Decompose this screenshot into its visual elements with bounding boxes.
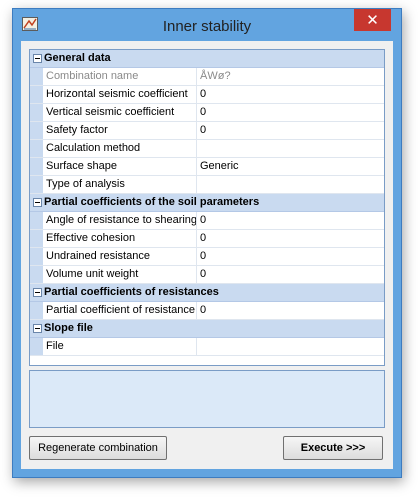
property-value[interactable]: 0 [198, 248, 380, 265]
grid-category[interactable]: Partial coefficients of resistances [30, 284, 384, 302]
category-label: Partial coefficients of resistances [44, 286, 219, 298]
category-label: Partial coefficients of the soil paramet… [44, 196, 260, 208]
grid-category[interactable]: Slope file [30, 320, 384, 338]
property-name: Angle of resistance to shearing st [44, 212, 197, 229]
property-row[interactable]: File [30, 338, 384, 356]
property-name: Safety factor [44, 122, 197, 139]
row-gutter [30, 68, 43, 85]
collapse-icon[interactable] [33, 54, 42, 63]
row-gutter [30, 176, 43, 193]
title-bar[interactable]: Inner stability ✕ [13, 9, 401, 41]
category-label: Slope file [44, 322, 93, 334]
property-grid: General data Combination name ÅWø? Horizont… [29, 49, 385, 366]
property-row[interactable]: Surface shape Generic [30, 158, 384, 176]
row-gutter [30, 140, 43, 157]
property-row[interactable]: Safety factor 0 [30, 122, 384, 140]
row-gutter [30, 338, 43, 355]
property-row[interactable]: Undrained resistance 0 [30, 248, 384, 266]
row-gutter [30, 104, 43, 121]
row-gutter [30, 212, 43, 229]
property-value[interactable] [198, 176, 380, 193]
property-name: Volume unit weight [44, 266, 197, 283]
dialog-window: Inner stability ✕ General data Combinatio… [12, 8, 402, 478]
property-name: Effective cohesion [44, 230, 197, 247]
description-panel [29, 370, 385, 428]
collapse-icon[interactable] [33, 324, 42, 333]
property-name: Type of analysis [44, 176, 197, 193]
grid-category[interactable]: Partial coefficients of the soil paramet… [30, 194, 384, 212]
property-value[interactable]: ÅWø? [198, 68, 380, 85]
property-value[interactable]: 0 [198, 266, 380, 283]
property-name: Undrained resistance [44, 248, 197, 265]
row-gutter [30, 302, 43, 319]
regenerate-combination-button[interactable]: Regenerate combination [29, 436, 167, 460]
property-row[interactable]: Combination name ÅWø? [30, 68, 384, 86]
window-title: Inner stability [162, 18, 252, 35]
property-row[interactable]: Partial coefficient of resistance 0 [30, 302, 384, 320]
property-value[interactable]: 0 [198, 302, 380, 319]
property-name: File [44, 338, 197, 355]
property-value[interactable]: 0 [198, 104, 380, 121]
row-gutter [30, 158, 43, 175]
property-row[interactable]: Volume unit weight 0 [30, 266, 384, 284]
collapse-icon[interactable] [33, 198, 42, 207]
property-value[interactable]: 0 [198, 122, 380, 139]
property-row[interactable]: Horizontal seismic coefficient 0 [30, 86, 384, 104]
property-row[interactable]: Calculation method [30, 140, 384, 158]
category-label: General data [44, 52, 111, 64]
property-value[interactable]: Generic [198, 158, 380, 175]
execute-button[interactable]: Execute >>> [283, 436, 383, 460]
property-row[interactable]: Effective cohesion 0 [30, 230, 384, 248]
property-row[interactable]: Vertical seismic coefficient 0 [30, 104, 384, 122]
row-gutter [30, 230, 43, 247]
property-name: Calculation method [44, 140, 197, 157]
row-gutter [30, 86, 43, 103]
property-value[interactable]: 0 [198, 212, 380, 229]
grid-category[interactable]: General data [30, 50, 384, 68]
row-gutter [30, 122, 43, 139]
property-row[interactable]: Angle of resistance to shearing st 0 [30, 212, 384, 230]
property-name: Vertical seismic coefficient [44, 104, 197, 121]
property-name: Horizontal seismic coefficient [44, 86, 197, 103]
close-button[interactable]: ✕ [354, 9, 391, 31]
property-value[interactable]: 0 [198, 86, 380, 103]
property-row[interactable]: Type of analysis [30, 176, 384, 194]
collapse-icon[interactable] [33, 288, 42, 297]
property-value[interactable] [198, 140, 380, 157]
property-value[interactable] [198, 338, 380, 355]
property-name: Surface shape [44, 158, 197, 175]
dialog-client-area: General data Combination name ÅWø? Horizont… [21, 41, 393, 469]
close-icon: ✕ [366, 11, 379, 29]
row-gutter [30, 248, 43, 265]
row-gutter [30, 266, 43, 283]
property-value[interactable]: 0 [198, 230, 380, 247]
property-name: Partial coefficient of resistance [44, 302, 197, 319]
property-name: Combination name [44, 68, 197, 85]
